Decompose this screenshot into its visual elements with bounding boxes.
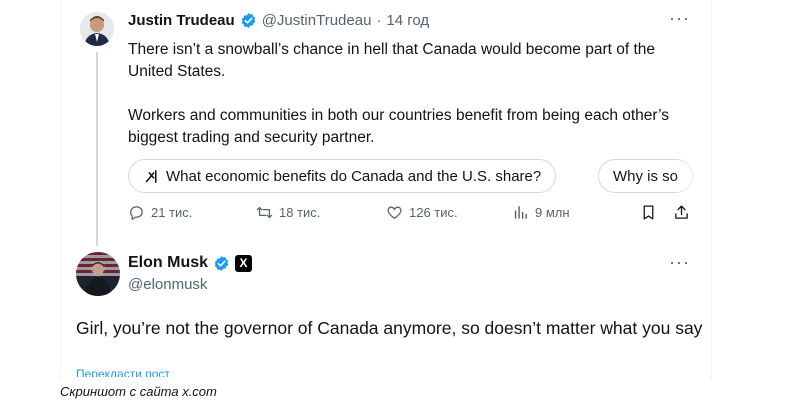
- separator-dot: ·: [376, 12, 382, 29]
- avatar[interactable]: [76, 252, 120, 296]
- bookmark-icon: [643, 205, 654, 220]
- avatar-trudeau: [80, 12, 114, 46]
- avatar-musk: [85, 262, 111, 296]
- repost-button[interactable]: 18 тис.: [256, 204, 320, 221]
- grok-suggestion-chips: What economic benefits do Canada and the…: [128, 159, 704, 195]
- handle[interactable]: @JustinTrudeau: [262, 12, 372, 29]
- repost-icon: [256, 206, 273, 219]
- display-name[interactable]: Justin Trudeau: [128, 12, 235, 29]
- like-icon: [387, 206, 402, 219]
- more-icon[interactable]: ···: [669, 252, 690, 273]
- tweet-text: Girl, you’re not the governor of Canada …: [76, 318, 703, 338]
- tweet-actions-bar: 21 тис. 18 тис. 126 тис. 9 млн: [128, 204, 696, 226]
- thread-connector-line: [96, 52, 98, 246]
- timestamp[interactable]: 14 год: [386, 12, 429, 29]
- tweet-text-paragraph: Workers and communities in both our coun…: [128, 107, 670, 146]
- bookmark-button[interactable]: [640, 204, 657, 221]
- repost-count: 18 тис.: [279, 205, 321, 220]
- tweet-header: Justin Trudeau @JustinTrudeau · 14 год: [128, 12, 429, 29]
- display-name[interactable]: Elon Musk: [128, 254, 208, 272]
- verified-icon: [214, 255, 229, 271]
- views-count: 9 млн: [535, 205, 570, 220]
- views-button[interactable]: 9 млн: [512, 204, 570, 221]
- x-badge-icon[interactable]: X: [235, 254, 253, 272]
- screenshot-caption: Скриншот с сайта x.com: [60, 384, 217, 399]
- grok-chip-label: Why is so: [613, 167, 679, 185]
- like-button[interactable]: 126 тис.: [386, 204, 458, 221]
- grok-chip[interactable]: What economic benefits do Canada and the…: [128, 159, 557, 193]
- tweet-text-paragraph: There isn’t a snowball’s chance in hell …: [128, 41, 656, 80]
- share-icon: [675, 205, 688, 219]
- like-count: 126 тис.: [409, 205, 458, 220]
- avatar[interactable]: [80, 12, 114, 46]
- tweet-header: Elon Musk X: [128, 254, 253, 272]
- more-icon[interactable]: ···: [669, 8, 690, 29]
- reply-button[interactable]: 21 тис.: [128, 204, 192, 221]
- chip-fade-overlay: [674, 159, 704, 195]
- verified-icon: [241, 13, 255, 28]
- handle[interactable]: @elonmusk: [128, 276, 207, 293]
- translate-link[interactable]: Перекласти пост: [76, 367, 170, 377]
- grok-icon: [145, 169, 157, 183]
- share-button[interactable]: [673, 204, 690, 221]
- views-icon: [514, 206, 527, 219]
- grok-chip-label: What economic benefits do Canada and the…: [166, 167, 542, 185]
- reply-count: 21 тис.: [151, 205, 193, 220]
- reply-icon: [130, 206, 143, 221]
